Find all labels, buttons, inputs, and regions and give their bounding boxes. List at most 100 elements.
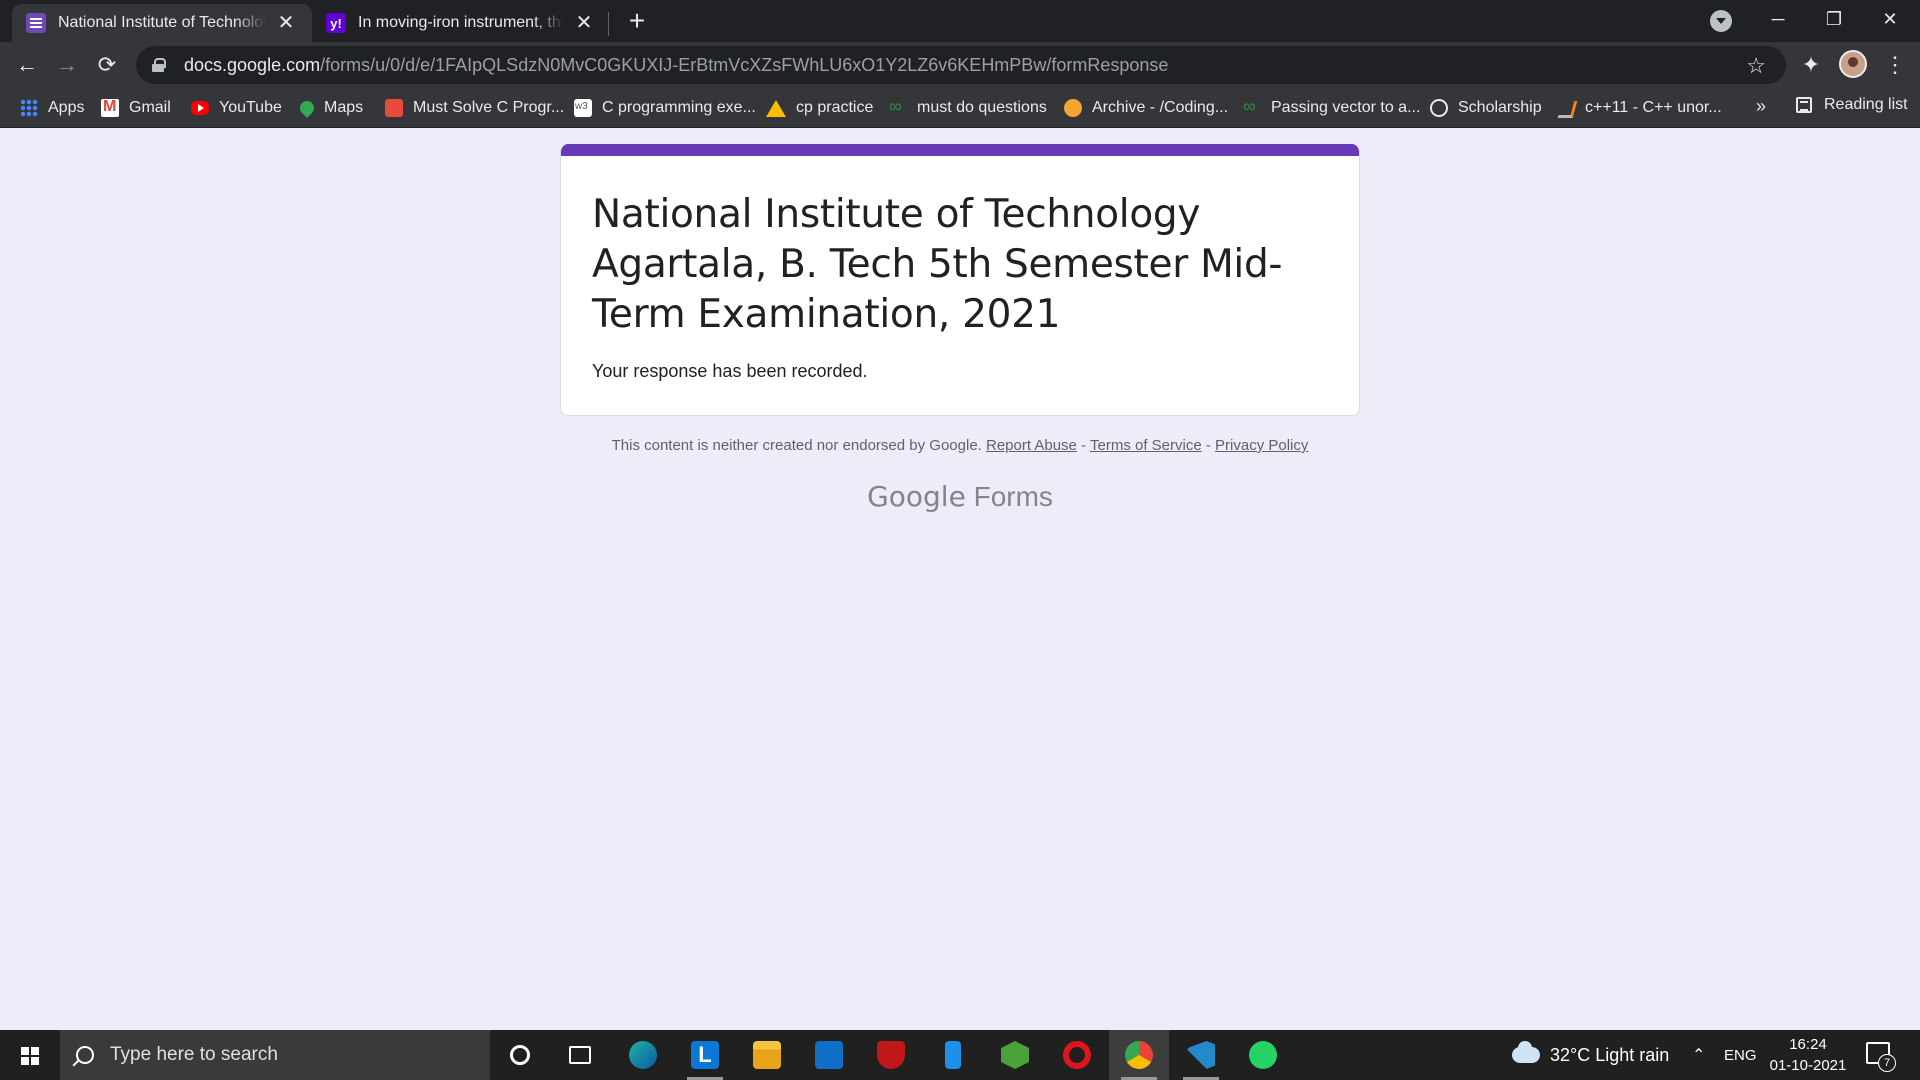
reading-list-icon (1796, 97, 1812, 113)
globe-icon (1430, 99, 1448, 117)
whatsapp-icon (1249, 1041, 1277, 1069)
clock[interactable]: 16:24 01-10-2021 (1758, 1034, 1858, 1076)
taskbar-vscode[interactable] (1171, 1030, 1231, 1080)
hexagon-icon (1001, 1041, 1029, 1069)
gmail-icon (101, 98, 119, 117)
maps-icon (297, 98, 317, 118)
taskbar-node[interactable] (985, 1030, 1045, 1080)
task-view-button[interactable] (550, 1030, 610, 1080)
search-icon (76, 1046, 94, 1064)
windows-logo-icon (21, 1047, 39, 1065)
google-drive-icon (766, 99, 786, 117)
lock-icon[interactable] (152, 58, 166, 72)
tab-divider (608, 12, 609, 36)
avatar[interactable] (1839, 50, 1867, 78)
google-forms-logo[interactable]: Google Forms (560, 480, 1360, 513)
bookmark-must-do-questions[interactable]: must do questions (889, 96, 1047, 120)
youtube-icon (191, 101, 209, 115)
new-tab-button[interactable]: + (622, 7, 652, 37)
bookmark-red-icon (385, 99, 403, 117)
opera-icon (1063, 1041, 1091, 1069)
bookmark-c-programming[interactable]: C programming exe... (574, 96, 756, 120)
form-title: National Institute of Technology Agartal… (592, 192, 1283, 337)
reading-list-button[interactable]: Reading list (1796, 96, 1908, 114)
taskbar-file-explorer[interactable] (737, 1030, 797, 1080)
windows-taskbar: Type here to search L 32°C Light rain ⌃ … (0, 1030, 1920, 1080)
notification-count-badge: 7 (1878, 1054, 1896, 1072)
search-placeholder: Type here to search (110, 1044, 278, 1065)
bookmark-archive-coding[interactable]: Archive - /Coding... (1064, 96, 1228, 120)
stackoverflow-icon (1557, 99, 1575, 117)
taskbar-opera[interactable] (1047, 1030, 1107, 1080)
form-accent-bar (561, 144, 1359, 156)
taskbar-chrome[interactable] (1109, 1030, 1169, 1080)
w3resource-icon (574, 99, 592, 117)
bookmarks-overflow-chevron-icon[interactable]: » (1756, 96, 1766, 117)
yahoo-icon: y! (326, 13, 346, 33)
response-confirmation: Your response has been recorded. (592, 361, 868, 381)
edge-icon (629, 1041, 657, 1069)
extensions-puzzle-icon[interactable]: ✦ (1798, 52, 1824, 78)
task-view-icon (569, 1046, 591, 1064)
browser-tab-strip: National Institute of Technology Agartal… (0, 0, 1920, 42)
bookmark-passing-vector[interactable]: Passing vector to a... (1243, 96, 1420, 120)
privacy-policy-link[interactable]: Privacy Policy (1215, 437, 1308, 454)
vscode-icon (1187, 1041, 1215, 1069)
clock-date: 01-10-2021 (1769, 1057, 1847, 1074)
folder-icon (753, 1041, 781, 1069)
back-arrow-icon[interactable]: ← (12, 50, 42, 80)
taskbar-whatsapp[interactable] (1233, 1030, 1293, 1080)
address-bar[interactable]: docs.google.com/forms/u/0/d/e/1FAIpQLSdz… (136, 46, 1786, 84)
bookmark-apps[interactable]: Apps (20, 96, 84, 120)
taskbar-mail[interactable] (799, 1030, 859, 1080)
geeksforgeeks-icon (1243, 96, 1261, 117)
google-forms-icon (26, 13, 46, 33)
taskbar-edge[interactable] (613, 1030, 673, 1080)
restore-button[interactable]: ❐ (1806, 0, 1862, 38)
tab-yahoo-answer[interactable]: y! In moving-iron instrument, the deflec… (312, 4, 610, 42)
bookmark-youtube[interactable]: YouTube (191, 96, 282, 120)
language-indicator[interactable]: ENG (1724, 1030, 1757, 1080)
google-disclaimer: This content is neither created nor endo… (611, 437, 1309, 454)
taskbar-mcafee[interactable] (861, 1030, 921, 1080)
url-text: docs.google.com/forms/u/0/d/e/1FAIpQLSdz… (184, 54, 1169, 75)
mail-icon (815, 1041, 843, 1069)
close-tab-icon[interactable]: ✕ (274, 11, 298, 35)
more-menu-icon[interactable]: ⋮ (1884, 52, 1906, 78)
taskbar-phone-app[interactable] (923, 1030, 983, 1080)
terms-of-service-link[interactable]: Terms of Service (1090, 437, 1202, 454)
reload-icon[interactable]: ⟳ (92, 50, 122, 80)
bookmark-gmail[interactable]: Gmail (101, 96, 171, 120)
chrome-icon (1125, 1041, 1153, 1069)
cloud-rain-icon (1512, 1041, 1540, 1063)
report-abuse-link[interactable]: Report Abuse (986, 437, 1077, 454)
show-hidden-icons-chevron-icon[interactable]: ⌃ (1692, 1030, 1705, 1080)
taskbar-search-box[interactable]: Type here to search (60, 1030, 490, 1080)
bookmark-cp-practice[interactable]: cp practice (766, 96, 873, 120)
geeksforgeeks-icon (889, 96, 907, 117)
tab-search-icon[interactable] (1710, 10, 1732, 32)
bookmark-scholarship[interactable]: Scholarship (1430, 96, 1542, 120)
tab-title: National Institute of Technology Agartal… (58, 14, 266, 31)
l-app-icon: L (691, 1041, 719, 1069)
mcafee-shield-icon (877, 1041, 905, 1069)
bookmark-maps[interactable]: Maps (297, 96, 363, 120)
bookmarks-bar: Apps Gmail YouTube Maps Must Solve C Pro… (0, 88, 1920, 128)
bookmark-star-icon[interactable]: ☆ (1746, 53, 1766, 79)
clock-time: 16:24 (1789, 1036, 1827, 1053)
archive-icon (1064, 99, 1082, 117)
tab-google-form[interactable]: National Institute of Technology Agartal… (12, 4, 312, 42)
start-button[interactable] (0, 1030, 60, 1080)
close-tab-icon[interactable]: ✕ (572, 11, 596, 35)
taskbar-l-app[interactable]: L (675, 1030, 735, 1080)
cortana-button[interactable] (490, 1030, 550, 1080)
bookmark-must-solve-c[interactable]: Must Solve C Progr... (385, 96, 564, 120)
close-window-button[interactable]: ✕ (1862, 0, 1918, 38)
forward-arrow-icon[interactable]: → (52, 50, 82, 80)
apps-grid-icon (20, 99, 38, 117)
minimize-button[interactable]: ─ (1750, 0, 1806, 38)
weather-widget[interactable]: 32°C Light rain (1512, 1030, 1669, 1080)
bookmark-cpp-unordered[interactable]: c++11 - C++ unor... (1557, 96, 1722, 120)
phone-icon (945, 1041, 961, 1069)
form-response-card: National Institute of Technology Agartal… (560, 144, 1360, 416)
